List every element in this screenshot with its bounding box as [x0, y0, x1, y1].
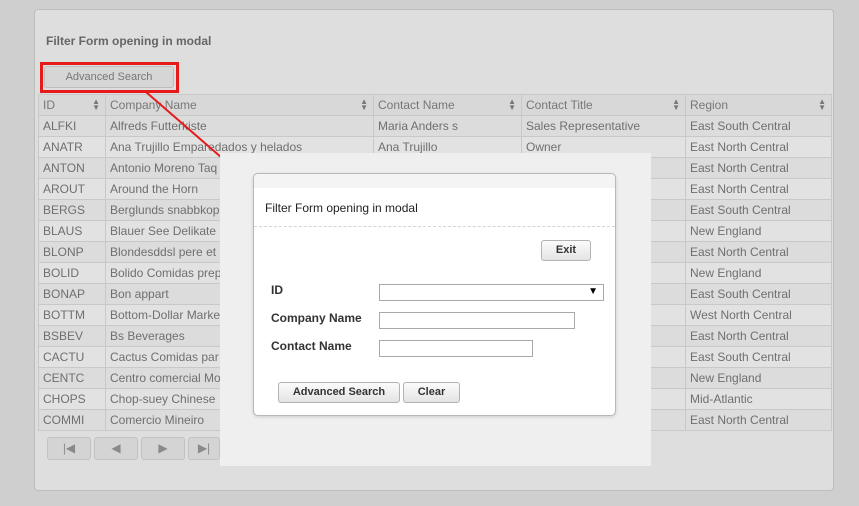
company-name-label: Company Name [271, 311, 362, 325]
contact-name-label: Contact Name [271, 339, 352, 353]
modal-advanced-search-button[interactable]: Advanced Search [278, 382, 400, 403]
id-select[interactable]: ▼ [379, 284, 604, 301]
company-name-input[interactable] [379, 312, 575, 329]
clear-button[interactable]: Clear [403, 382, 460, 403]
contact-name-input[interactable] [379, 340, 533, 357]
modal-title: Filter Form opening in modal [265, 201, 418, 215]
id-label: ID [271, 283, 283, 297]
modal-divider [254, 226, 615, 227]
modal-header-strip [254, 174, 615, 188]
exit-button[interactable]: Exit [541, 240, 591, 261]
chevron-down-icon: ▼ [588, 286, 598, 297]
filter-modal: Filter Form opening in modal Exit ID ▼ C… [253, 173, 616, 416]
